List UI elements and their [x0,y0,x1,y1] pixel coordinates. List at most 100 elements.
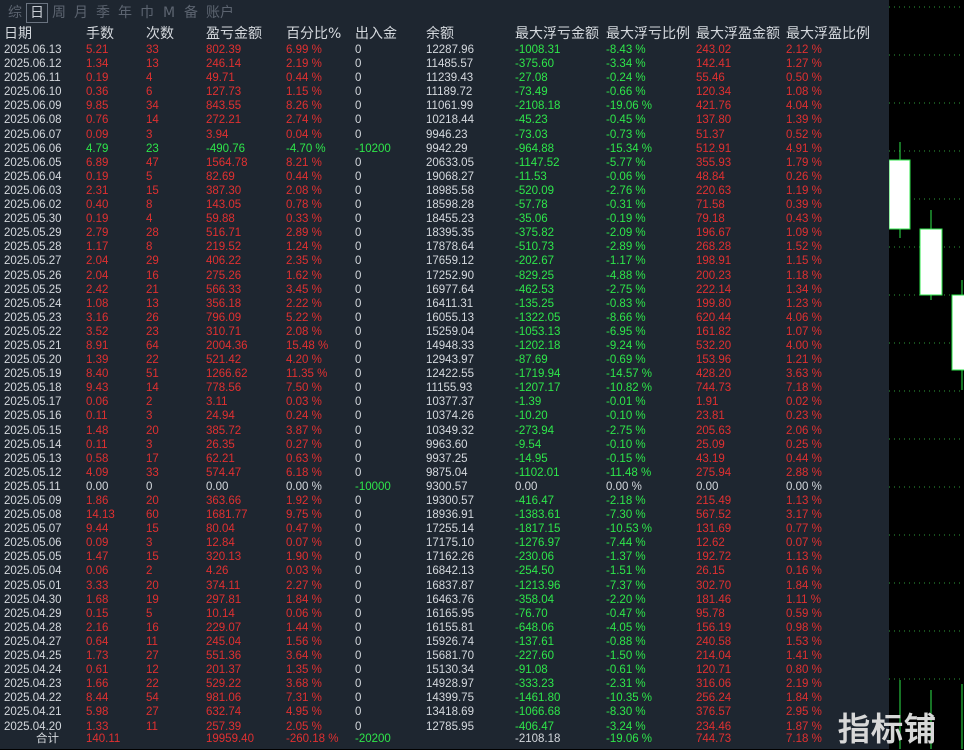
cell-最大浮亏金额: -1383.61 [515,509,561,522]
cell-次数: 12 [146,664,159,677]
cell-次数: 8 [146,241,153,254]
cell-最大浮盈金额: 25.09 [696,438,725,451]
table-row: 2025.05.05 1.47 15 320.13 1.90 % 0 17162.26 -23… [0,550,889,564]
cell-盈亏金额: 245.04 [206,635,242,648]
table-row: 2025.04.23 1.66 22 529.22 3.68 % 0 14928.97 -33… [0,677,889,691]
cell-最大浮盈金额: 355.93 [696,156,732,169]
header-col-6[interactable]: 余额 [426,26,454,42]
cell-盈亏金额: 320.13 [206,551,242,564]
tab-4[interactable]: 季 [92,3,114,23]
cell-最大浮盈金额: 120.71 [696,664,732,677]
header-col-8[interactable]: 最大浮亏比例 [606,26,690,42]
cell-盈亏金额: 387.30 [206,184,242,197]
tab-3[interactable]: 月 [70,3,92,23]
cell-出入金: 0 [355,128,362,141]
cell-最大浮亏金额: -964.88 [515,142,555,155]
cell-最大浮亏金额: -829.25 [515,269,555,282]
cell-盈亏金额: 10.14 [206,607,235,620]
cell-最大浮亏金额: -333.23 [515,678,555,691]
tab-7[interactable]: M [158,3,180,23]
cell-日期: 2025.06.04 [4,170,62,183]
cell-手数: 1.39 [86,354,109,367]
header-col-7[interactable]: 最大浮亏金额 [515,26,599,42]
tab-0[interactable]: 综 [4,3,26,23]
header-col-10[interactable]: 最大浮盈比例 [786,26,870,42]
cell-百分比%: 0.04 % [286,128,322,141]
cell-最大浮亏比例: 0.00 % [606,480,642,493]
cell-最大浮亏比例: -7.30 % [606,509,646,522]
tab-2[interactable]: 周 [48,3,70,23]
cell-出入金: 0 [355,438,362,451]
cell-最大浮盈金额: 428.20 [696,368,732,381]
header-col-1[interactable]: 手数 [86,26,114,42]
cell-余额: 19300.57 [426,495,474,507]
cell-手数: 1.48 [86,424,109,437]
cell-出入金: 0 [355,650,362,663]
header-col-4[interactable]: 百分比% [286,26,341,42]
cell-最大浮盈比例: 1.09 % [786,227,822,240]
cell-次数: 23 [146,325,159,338]
header-col-5[interactable]: 出入金 [355,26,397,42]
price-chart[interactable] [889,0,964,749]
cell-最大浮亏金额: -1102.01 [515,466,560,479]
header-col-0[interactable]: 日期 [4,26,32,42]
cell-最大浮盈金额: 744.73 [696,382,732,395]
cell-最大浮亏比例: -1.17 % [606,255,646,268]
table-row: 2025.05.09 1.86 20 363.66 1.92 % 0 19300.57 -41… [0,494,889,508]
header-col-9[interactable]: 最大浮盈金额 [696,26,780,42]
cell-次数: 54 [146,692,159,705]
cell-最大浮盈金额: 567.52 [696,509,732,522]
cell-最大浮亏比例: -0.88 % [606,635,646,648]
cell-日期: 2025.06.06 [4,142,62,155]
header-col-3[interactable]: 盈亏金额 [206,26,262,42]
cell-日期: 2025.05.26 [4,269,62,282]
cell-日期: 2025.06.13 [4,44,62,56]
cell-最大浮亏比例: -6.95 % [606,325,646,338]
cell-次数: 14 [146,114,159,127]
cell-最大浮亏比例: -10.82 % [606,382,653,395]
cell-手数: 0.09 [86,128,109,141]
tab-5[interactable]: 年 [114,3,136,23]
cell-最大浮亏比例: -0.24 % [606,72,646,85]
cell-手数: 0.19 [86,170,109,183]
cell-次数: 51 [146,368,159,381]
cell-手数: 0.09 [86,537,109,550]
cell-余额: 10218.44 [426,114,474,127]
cell-手数: 1.68 [86,593,109,606]
cell-手数: 1.47 [86,551,109,564]
cell-最大浮亏比例: -7.44 % [606,537,646,550]
tab-1[interactable]: 日 [26,3,48,23]
cell-日期: 2025.04.25 [4,650,62,663]
cell-最大浮盈金额: 23.81 [696,410,725,423]
cell-出入金: 0 [355,325,362,338]
cell-余额: 14928.97 [426,678,474,691]
table-row: 2025.06.10 0.36 6 127.73 1.15 % 0 11189.72 -73.… [0,85,889,99]
cell-手数: 8.44 [86,692,109,705]
tab-9[interactable]: 账户 [202,3,238,23]
cell-次数: 20 [146,495,159,507]
cell-最大浮亏比例: -8.30 % [606,706,646,719]
cell-最大浮盈金额: 142.41 [696,58,732,71]
cell-百分比%: 0.63 % [286,452,322,465]
cell-手数: 2.04 [86,255,109,268]
cell-余额: 9963.60 [426,438,468,451]
cell-出入金: -10200 [355,142,391,155]
cell-最大浮盈金额: 512.91 [696,142,732,155]
tab-6[interactable]: 巾 [136,3,158,23]
cell-最大浮亏比例: -0.01 % [606,396,646,409]
cell-最大浮盈比例: 1.19 % [786,184,822,197]
cell-余额: 10349.32 [426,424,474,437]
table-row: 2025.05.30 0.19 4 59.88 0.33 % 0 18455.23 -35.0… [0,212,889,226]
cell-次数: 47 [146,156,159,169]
cell-最大浮亏金额: -462.53 [515,283,555,296]
cell-最大浮盈比例: 0.50 % [786,72,822,85]
cell-手数: 0.19 [86,72,109,85]
cell-日期: 2025.05.28 [4,241,62,254]
cell-最大浮亏比例: -19.06 % [606,100,653,113]
cell-出入金: 0 [355,170,362,183]
header-col-2[interactable]: 次数 [146,26,174,42]
cell-最大浮盈比例: 0.52 % [786,128,822,141]
tab-8[interactable]: 备 [180,3,202,23]
cell-手数: 0.40 [86,199,109,212]
cell-最大浮亏比例: -4.05 % [606,621,646,634]
